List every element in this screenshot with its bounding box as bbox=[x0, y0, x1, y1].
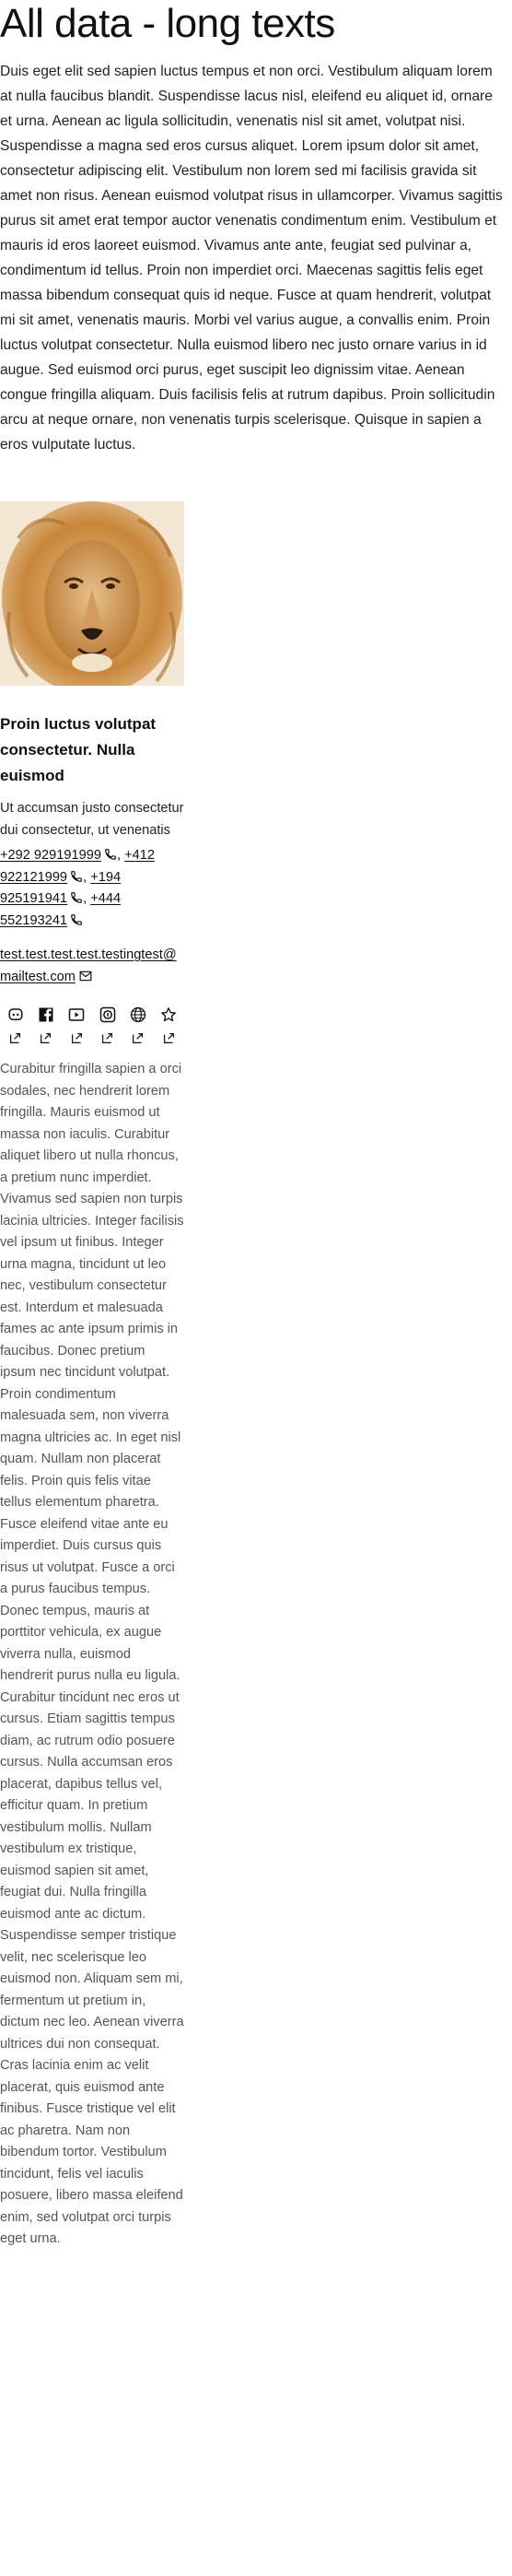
social-link-skype[interactable] bbox=[92, 1006, 122, 1044]
phone-link[interactable]: +292 929191999 bbox=[0, 848, 101, 863]
social-links bbox=[0, 1006, 184, 1044]
card-body-text: Curabitur fringilla sapien a orci sodale… bbox=[0, 1062, 184, 2246]
social-link-discord[interactable] bbox=[0, 1006, 30, 1044]
card-description: Ut accumsan justo consectetur dui consec… bbox=[0, 801, 184, 838]
lion-photo bbox=[0, 501, 184, 686]
social-link-youtube[interactable] bbox=[62, 1006, 92, 1044]
external-link-icon bbox=[71, 1033, 82, 1043]
external-link-icon bbox=[133, 1033, 144, 1043]
page-title: All data - long texts bbox=[0, 1, 335, 46]
intro-text: Duis eget elit sed sapien luctus tempus … bbox=[0, 64, 503, 453]
mail-icon bbox=[79, 970, 92, 981]
social-link-favorite[interactable] bbox=[154, 1006, 184, 1044]
social-link-website[interactable] bbox=[122, 1006, 153, 1044]
email-row: test.test.test.test.testingtest@mailtest… bbox=[0, 945, 184, 988]
card-title: Proin luctus volutpat consectetur. Nulla… bbox=[0, 715, 157, 784]
external-link-icon bbox=[41, 1033, 52, 1043]
phone-list: +292 929191999, +412 922121999, +194 925… bbox=[0, 845, 184, 932]
social-link-facebook[interactable] bbox=[30, 1006, 61, 1044]
globe-icon bbox=[130, 1006, 146, 1023]
external-link-icon bbox=[102, 1033, 113, 1043]
phone-icon bbox=[105, 849, 116, 860]
external-link-icon bbox=[10, 1033, 21, 1043]
facebook-icon bbox=[39, 1007, 53, 1022]
youtube-icon bbox=[69, 1008, 85, 1021]
phone-icon bbox=[71, 913, 82, 925]
phone-icon bbox=[71, 892, 82, 903]
discord-icon bbox=[8, 1008, 23, 1020]
contact-card: Proin luctus volutpat consectetur. Nulla… bbox=[0, 501, 184, 2251]
star-icon bbox=[161, 1007, 177, 1022]
skype-icon bbox=[99, 1006, 115, 1023]
phone-entry: +292 929191999, bbox=[0, 848, 122, 863]
phone-icon bbox=[71, 870, 82, 882]
page: All data - long texts Duis eget elit sed… bbox=[0, 0, 512, 2251]
external-link-icon bbox=[163, 1033, 174, 1043]
